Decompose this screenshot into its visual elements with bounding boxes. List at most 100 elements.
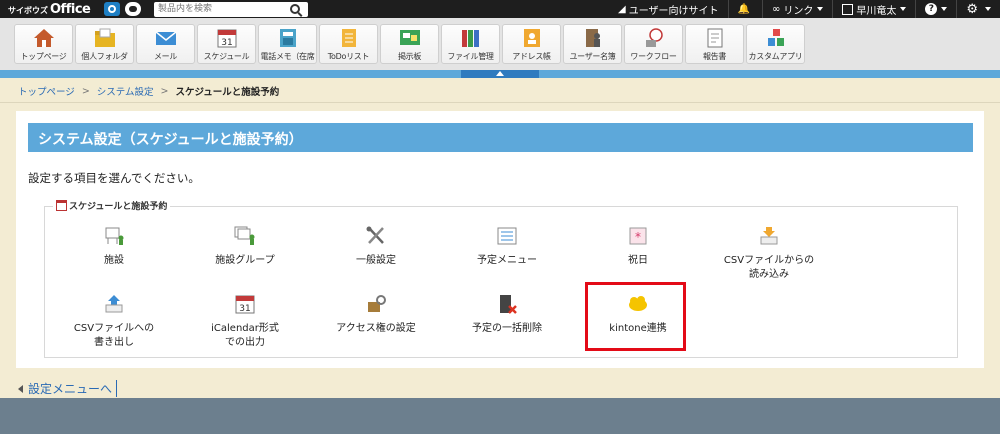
app-personal-folder[interactable]: 個人フォルダ bbox=[75, 24, 134, 64]
todo-icon bbox=[341, 29, 356, 47]
calendar-icon: 31 bbox=[217, 29, 236, 48]
back-label: 設定メニューへ bbox=[28, 382, 113, 396]
item-label: CSVファイルからの bbox=[723, 255, 815, 266]
folder-icon bbox=[94, 28, 115, 47]
app-bulletin-board[interactable]: 掲示板 bbox=[380, 24, 439, 64]
svg-text:31: 31 bbox=[221, 38, 232, 48]
app-phone-memo[interactable]: 電話メモ（在席 bbox=[258, 24, 317, 64]
link-icon: ∞ bbox=[772, 3, 781, 15]
top-right-menu: ◢ ユーザー向けサイト 🔔 ∞ リンク 早川竜太 ? ⚙ bbox=[609, 0, 1000, 18]
bulk-delete-icon bbox=[500, 295, 517, 314]
item-label-2: 読み込み bbox=[749, 269, 789, 280]
breadcrumb: トップページ > システム設定 > スケジュールと施設予約 bbox=[18, 84, 279, 99]
collapse-app-bar-button[interactable] bbox=[461, 70, 539, 78]
tools-icon bbox=[366, 226, 384, 244]
item-icalendar-export[interactable]: 31 iCalendar形式 での出力 bbox=[182, 294, 308, 350]
item-holidays[interactable]: * 祝日 bbox=[575, 226, 701, 268]
app-label: 報告書 bbox=[702, 52, 727, 61]
bell-icon: 🔔 bbox=[737, 3, 750, 15]
item-label: iCalendar形式 bbox=[211, 323, 279, 334]
top-bar: サイボウズ Office ◢ ユーザー向けサイト 🔔 ∞ リンク 早川竜太 ? bbox=[0, 0, 1000, 18]
calendar-icon bbox=[56, 200, 67, 211]
item-csv-export[interactable]: CSVファイルへの 書き出し bbox=[51, 294, 177, 350]
custom-app-icon bbox=[767, 29, 784, 46]
app-list: トップページ 個人フォルダ メール 31 スケジュール 電話メモ（在席 ToDo… bbox=[14, 24, 807, 64]
holiday-icon: * bbox=[629, 227, 647, 245]
app-label: ユーザー名簿 bbox=[569, 52, 616, 61]
item-access-rights[interactable]: アクセス権の設定 bbox=[313, 294, 439, 336]
report-icon bbox=[707, 28, 722, 48]
highlight-box bbox=[585, 282, 686, 351]
search-box bbox=[154, 1, 308, 17]
item-label: 予定の一括削除 bbox=[472, 323, 542, 334]
item-csv-import[interactable]: CSVファイルからの 読み込み bbox=[706, 226, 832, 282]
chevron-down-icon bbox=[817, 7, 824, 11]
address-book-icon bbox=[523, 29, 540, 47]
access-key-icon bbox=[368, 295, 386, 312]
phone-memo-icon bbox=[279, 29, 296, 47]
chevron-right-icon: > bbox=[81, 85, 90, 97]
app-file-management[interactable]: ファイル管理 bbox=[441, 24, 500, 64]
icalendar-icon: 31 bbox=[235, 295, 255, 314]
app-mail[interactable]: メール bbox=[136, 24, 195, 64]
search-icon[interactable] bbox=[290, 4, 300, 14]
workflow-icon bbox=[645, 28, 663, 47]
item-facility-group[interactable]: 施設グループ bbox=[182, 226, 308, 268]
facility-group-icon bbox=[234, 226, 255, 245]
item-label: 一般設定 bbox=[356, 255, 396, 266]
user-directory-icon bbox=[585, 29, 600, 47]
app-user-directory[interactable]: ユーザー名簿 bbox=[563, 24, 622, 64]
svg-text:*: * bbox=[635, 230, 641, 244]
file-binder-icon bbox=[461, 30, 479, 47]
item-label: CSVファイルへの bbox=[73, 323, 155, 334]
logo-company: サイボウズ bbox=[8, 5, 48, 15]
app-custom-app[interactable]: カスタムアプリ bbox=[746, 24, 805, 64]
page-title: システム設定（スケジュールと施設予約） bbox=[28, 123, 973, 152]
item-schedule-menu[interactable]: 予定メニュー bbox=[444, 226, 570, 268]
breadcrumb-home[interactable]: トップページ bbox=[18, 84, 75, 98]
app-report[interactable]: 報告書 bbox=[685, 24, 744, 64]
item-bulk-delete[interactable]: 予定の一括削除 bbox=[444, 294, 570, 336]
item-label: 予定メニュー bbox=[477, 255, 537, 266]
user-site-label: ユーザー向けサイト bbox=[628, 5, 719, 17]
link-menu[interactable]: ∞ リンク bbox=[762, 0, 832, 18]
app-label: アドレス帳 bbox=[512, 52, 551, 61]
product-logo[interactable]: サイボウズ Office bbox=[8, 2, 104, 17]
chevron-down-icon bbox=[985, 7, 991, 11]
item-label-2: での出力 bbox=[225, 337, 265, 348]
chat-icon[interactable] bbox=[125, 2, 141, 16]
app-workflow[interactable]: ワークフロー bbox=[624, 24, 683, 64]
logo-product: Office bbox=[50, 1, 91, 17]
settings-panel: システム設定（スケジュールと施設予約） 設定する項目を選んでください。 スケジュ… bbox=[16, 111, 984, 368]
search-input[interactable] bbox=[154, 2, 286, 16]
app-label: ファイル管理 bbox=[447, 52, 494, 61]
app-schedule[interactable]: 31 スケジュール bbox=[197, 24, 256, 64]
facility-icon bbox=[105, 227, 124, 245]
item-facility[interactable]: 施設 bbox=[51, 226, 177, 268]
notification-button[interactable]: 🔔 bbox=[727, 0, 762, 18]
user-menu[interactable]: 早川竜太 bbox=[832, 0, 915, 18]
user-site-link[interactable]: ◢ ユーザー向けサイト bbox=[609, 0, 728, 18]
breadcrumb-system-settings[interactable]: システム設定 bbox=[97, 84, 154, 98]
chevron-down-icon bbox=[900, 7, 907, 11]
app-top-page[interactable]: トップページ bbox=[14, 24, 73, 64]
group-label: スケジュールと施設予約 bbox=[69, 202, 168, 212]
app-label: カスタムアプリ bbox=[748, 52, 803, 61]
csv-import-icon bbox=[760, 227, 778, 245]
link-label: リンク bbox=[783, 5, 814, 17]
footer bbox=[0, 398, 1000, 434]
app-address-book[interactable]: アドレス帳 bbox=[502, 24, 561, 64]
megaphone-icon: ◢ bbox=[618, 3, 626, 15]
item-general-settings[interactable]: 一般設定 bbox=[313, 226, 439, 268]
garoon-icon[interactable] bbox=[104, 2, 120, 16]
mail-icon bbox=[155, 31, 176, 45]
back-arrow-icon bbox=[18, 384, 23, 393]
settings-menu[interactable]: ⚙ bbox=[956, 0, 1000, 18]
group-legend: スケジュールと施設予約 bbox=[53, 199, 171, 212]
settings-group: スケジュールと施設予約 施設 施設グループ 一般設定 予定メニュー * 祝日 C… bbox=[44, 199, 958, 358]
app-todo[interactable]: ToDoリスト bbox=[319, 24, 378, 64]
help-menu[interactable]: ? bbox=[915, 0, 956, 18]
user-icon bbox=[842, 3, 854, 15]
back-to-settings-link[interactable]: 設定メニューへ bbox=[18, 380, 118, 397]
csv-export-icon bbox=[105, 295, 123, 313]
